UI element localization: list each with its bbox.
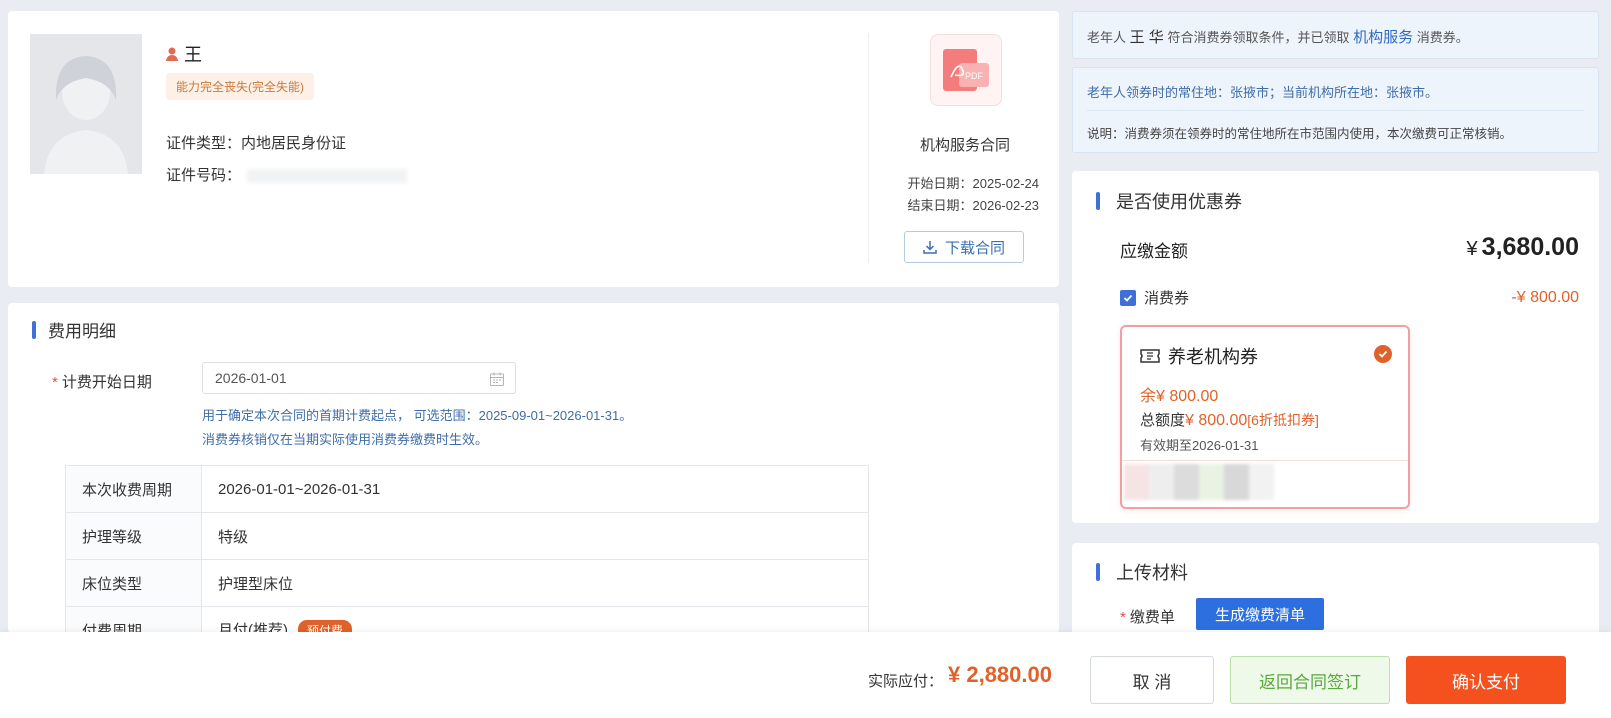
elder-name: 王 [166, 41, 202, 67]
contract-title: 机构服务合同 [919, 137, 1010, 154]
ticket-icon [1140, 349, 1160, 363]
voucher-balance: 余¥ 800.00 [1140, 388, 1219, 405]
fee-table: 本次收费周期 2026-01-01~2026-01-31 护理等级 特级 床位类型护… [65, 465, 869, 633]
coupon-section-title: 是否使用优惠券 [1096, 188, 1242, 214]
id-type-value: 内地居民身份证 [241, 135, 347, 152]
coupon-section-title-text: 是否使用优惠券 [1116, 192, 1242, 212]
payment-bill-label-text: 缴费单 [1129, 609, 1175, 626]
table-key: 护理等级 [65, 512, 202, 560]
notice-suffix: 消费券。 [1416, 30, 1469, 45]
voucher-total: 总额度¥ 800.00[6折抵扣券] [1140, 409, 1319, 430]
pdf-label: PDF [965, 71, 984, 81]
required-mark: * [1120, 609, 1126, 626]
avatar [30, 34, 142, 174]
generate-bill-button[interactable]: 生成缴费清单 [1196, 598, 1324, 630]
voucher-total-amount: ¥ 800.00 [1185, 412, 1248, 429]
elder-name-text: 王 [184, 45, 202, 65]
id-type-row: 证件类型：内地居民身份证 [166, 132, 346, 153]
voucher-eligibility-notice: 老年人 王 华 符合消费券领取条件，并已领取 机构服务 消费券。 [1072, 11, 1599, 59]
table-value: 2026-01-01~2026-01-31 [201, 465, 869, 513]
billing-start-date-label-text: 计费开始日期 [61, 374, 152, 391]
confirm-payment-button[interactable]: 确认支付 [1406, 656, 1566, 704]
usage-explanation: 说明：消费券须在领券时的常住地所在市范围内使用，本次缴费可正常核销。 [1087, 127, 1513, 141]
voucher-discount-tag: [6折抵扣券] [1247, 412, 1319, 428]
id-number-row: 证件号码： [166, 164, 408, 185]
id-number-masked [247, 169, 408, 184]
masked-info [1124, 464, 1274, 500]
voucher-title-text: 养老机构券 [1168, 347, 1258, 367]
end-date-value: 2026-02-23 [972, 198, 1040, 213]
billing-start-date-value: 2026-01-01 [215, 370, 287, 386]
id-number-label: 证件号码： [166, 167, 242, 184]
billing-range-hint: 用于确定本次合同的首期计费起点， 可选范围：2025-09-01~2026-01… [202, 408, 633, 423]
fee-details-card: 费用明细 * 计费开始日期 2026-01-01 用于确定本次合同的首期计费起点，… [8, 303, 1059, 633]
contract-end-row: 结束日期：2026-02-23 [907, 195, 1039, 214]
voucher-checkbox[interactable]: 消费券 [1120, 287, 1189, 308]
payment-cycle-cell: 月付(推荐) 预付费 [201, 606, 869, 633]
download-contract-label: 下载合同 [944, 239, 1005, 257]
required-mark: * [52, 374, 58, 391]
table-value: 护理型床位 [201, 559, 869, 607]
billing-start-date-label: * 计费开始日期 [52, 371, 152, 392]
notice-middle: 符合消费券领取条件，并已领取 [1167, 30, 1350, 45]
notice-elder-name: 王 华 [1129, 29, 1164, 46]
fee-section-title: 费用明细 [32, 317, 116, 342]
table-row: 护理等级 特级 [65, 512, 869, 560]
start-date-value: 2025-02-24 [972, 176, 1040, 191]
billing-start-date-picker[interactable]: 2026-01-01 [202, 362, 516, 394]
payment-footer: 实际应付： ¥ 2,880.00 取 消 返回合同签订 确认支付 [0, 632, 1611, 718]
voucher-total-label: 总额度 [1140, 412, 1186, 429]
voucher-hint: 消费券核销仅在当期实际使用消费券缴费时生效。 [202, 432, 489, 447]
table-value: 特级 [201, 512, 869, 560]
voucher-option-card[interactable]: 养老机构券 余¥ 800.00 总额度¥ 800.00[6折抵扣券] 有效期至2… [1120, 325, 1410, 509]
calendar-icon [490, 372, 504, 386]
checkbox-checked-icon [1120, 289, 1136, 306]
divider [1122, 460, 1408, 461]
selected-check-icon [1374, 345, 1392, 363]
residence-text: 老年人领券时的常住地：张掖市；当前机构所在地：张掖市。 [1087, 85, 1439, 100]
coupon-card: 是否使用优惠券 应缴金额 ¥3,680.00 消费券 -¥ 800.00 养老机… [1072, 171, 1599, 523]
table-row: 付费周期 月付(推荐) 预付费 [65, 606, 869, 633]
upload-section-title-text: 上传材料 [1116, 563, 1188, 583]
voucher-title: 养老机构券 [1140, 343, 1258, 369]
ability-tag: 能力完全丧失(完全失能) [166, 73, 314, 100]
section-bar [1096, 192, 1100, 210]
start-date-label: 开始日期： [907, 176, 973, 191]
actual-payable-label: 实际应付： [868, 673, 944, 690]
residence-notice: 老年人领券时的常住地：张掖市；当前机构所在地：张掖市。 说明：消费券须在领券时的… [1072, 67, 1599, 153]
divider [868, 33, 869, 263]
voucher-checkbox-label: 消费券 [1144, 290, 1190, 307]
fee-section-title-text: 费用明细 [48, 322, 116, 341]
voucher-validity: 有效期至2026-01-31 [1140, 438, 1259, 453]
person-icon [166, 47, 178, 61]
table-key: 床位类型 [65, 559, 202, 607]
id-type-label: 证件类型： [166, 135, 242, 152]
back-to-contract-button[interactable]: 返回合同签订 [1230, 656, 1390, 704]
section-bar [32, 320, 36, 339]
cancel-button[interactable]: 取 消 [1090, 656, 1214, 704]
amount-due-label: 应缴金额 [1120, 242, 1188, 261]
table-key: 本次收费周期 [65, 465, 202, 513]
upload-materials-card: 上传材料 * 缴费单 生成缴费清单 [1072, 543, 1599, 643]
voucher-discount: -¥ 800.00 [1511, 289, 1579, 306]
payment-bill-label: * 缴费单 [1120, 606, 1175, 627]
contract-start-row: 开始日期：2025-02-24 [907, 173, 1039, 192]
section-bar [1096, 563, 1100, 581]
actual-payable-amount: ¥ 2,880.00 [948, 662, 1052, 687]
download-icon [923, 241, 937, 254]
amount-due: ¥3,680.00 [1467, 233, 1579, 262]
elder-profile-card: 王 能力完全丧失(完全失能) 证件类型：内地居民身份证 证件号码： PDF 机构… [8, 11, 1059, 287]
end-date-label: 结束日期： [907, 198, 973, 213]
currency-symbol: ¥ [1466, 238, 1478, 260]
table-row: 本次收费周期 2026-01-01~2026-01-31 [65, 465, 869, 513]
download-contract-button[interactable]: 下载合同 [904, 231, 1024, 263]
amount-due-value: 3,680.00 [1481, 233, 1579, 261]
divider [1087, 110, 1584, 111]
voucher-type-link[interactable]: 机构服务 [1353, 29, 1413, 46]
table-key: 付费周期 [65, 606, 202, 633]
notice-prefix: 老年人 [1087, 30, 1127, 45]
pdf-icon[interactable]: PDF [930, 34, 1002, 106]
upload-section-title: 上传材料 [1096, 559, 1188, 585]
table-row: 床位类型 护理型床位 [65, 559, 869, 607]
